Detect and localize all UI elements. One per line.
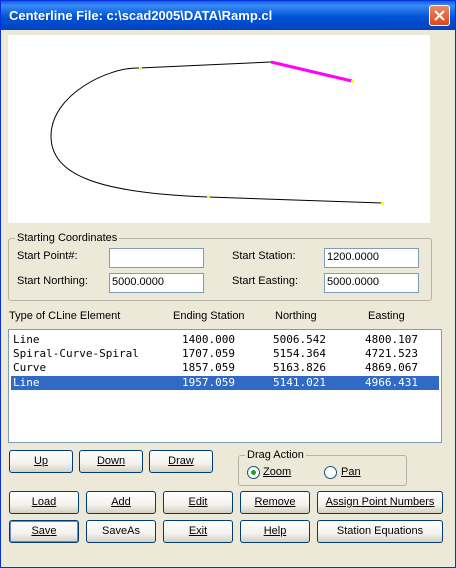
- exit-button-label: Exit: [188, 525, 208, 537]
- table-row[interactable]: Line 1400.000 5006.542 4800.107: [11, 333, 439, 347]
- down-button-label: Down: [96, 455, 126, 467]
- close-icon: [434, 10, 445, 21]
- row-ending-station: 1857.059: [182, 361, 235, 374]
- table-row[interactable]: Curve 1857.059 5163.826 4869.067: [11, 361, 439, 375]
- start-point-label: Start Point#:: [17, 250, 78, 262]
- start-point-input[interactable]: [109, 248, 204, 268]
- add-button-label: Add: [111, 496, 131, 508]
- row-easting: 4966.431: [365, 376, 418, 389]
- centerline-plot: [50, 60, 384, 205]
- up-button[interactable]: Up: [9, 450, 73, 473]
- radio-selected-dot: [251, 470, 256, 475]
- save-button[interactable]: Save: [9, 520, 79, 543]
- start-easting-label: Start Easting:: [232, 275, 299, 287]
- load-button-label: Load: [31, 496, 57, 508]
- point-marker: [207, 195, 210, 198]
- row-ending-station: 1400.000: [182, 333, 235, 346]
- start-easting-input[interactable]: 5000.0000: [324, 273, 419, 293]
- row-northing: 5141.021: [273, 376, 326, 389]
- row-type: Line: [13, 333, 40, 346]
- column-header-easting: Easting: [368, 310, 405, 322]
- start-station-label: Start Station:: [232, 250, 296, 262]
- row-easting: 4721.523: [365, 347, 418, 360]
- column-header-type: Type of CLine Element: [9, 310, 121, 322]
- save-as-button[interactable]: SaveAs: [86, 520, 156, 543]
- save-as-button-label: SaveAs: [102, 525, 140, 537]
- point-marker: [351, 80, 354, 83]
- column-header-ending-station: Ending Station: [173, 310, 245, 322]
- title-bar[interactable]: Centerline File: c:\scad2005\DATA\Ramp.c…: [1, 1, 455, 30]
- window-title: Centerline File: c:\scad2005\DATA\Ramp.c…: [9, 8, 273, 23]
- row-easting: 4869.067: [365, 361, 418, 374]
- draw-button-label: Draw: [168, 455, 194, 467]
- help-button-label: Help: [263, 525, 287, 537]
- exit-button[interactable]: Exit: [163, 520, 233, 543]
- edit-button-label: Edit: [188, 496, 208, 508]
- centerline-dialog: Centerline File: c:\scad2005\DATA\Ramp.c…: [0, 0, 456, 568]
- selected-line-segment: [270, 60, 353, 83]
- close-button[interactable]: [429, 5, 450, 26]
- row-northing: 5163.826: [273, 361, 326, 374]
- remove-button-label: Remove: [254, 496, 296, 508]
- row-northing: 5006.542: [273, 333, 326, 346]
- pan-radio-label[interactable]: Pan: [341, 466, 361, 478]
- row-ending-station: 1957.059: [182, 376, 235, 389]
- zoom-radio-label[interactable]: Zoom: [263, 466, 291, 478]
- cline-element-list[interactable]: Line 1400.000 5006.542 4800.107 Spiral-C…: [8, 329, 442, 443]
- zoom-radio[interactable]: [247, 466, 260, 479]
- point-marker: [139, 67, 142, 70]
- remove-button[interactable]: Remove: [240, 491, 310, 514]
- up-button-label: Up: [33, 455, 49, 467]
- row-type: Line: [13, 376, 40, 389]
- drag-action-legend: Drag Action: [245, 449, 306, 461]
- table-row[interactable]: Spiral-Curve-Spiral 1707.059 5154.364 47…: [11, 347, 439, 361]
- row-northing: 5154.364: [273, 347, 326, 360]
- table-row-selected[interactable]: Line 1957.059 5141.021 4966.431: [11, 376, 439, 390]
- column-header-northing: Northing: [275, 310, 317, 322]
- edit-button[interactable]: Edit: [163, 491, 233, 514]
- assign-point-numbers-label: Assign Point Numbers: [325, 496, 435, 508]
- row-type: Spiral-Curve-Spiral: [13, 347, 139, 360]
- row-type: Curve: [13, 361, 47, 374]
- start-station-input[interactable]: 1200.0000: [324, 248, 419, 268]
- station-equations-label: Station Equations: [336, 525, 424, 537]
- row-ending-station: 1707.059: [182, 347, 235, 360]
- row-easting: 4800.107: [365, 333, 418, 346]
- help-button[interactable]: Help: [240, 520, 310, 543]
- station-equations-button[interactable]: Station Equations: [317, 520, 443, 543]
- save-button-label: Save: [31, 525, 57, 537]
- point-marker: [381, 202, 384, 205]
- start-northing-label: Start Northing:: [17, 275, 88, 287]
- centerline-drawing[interactable]: [8, 35, 430, 223]
- draw-button[interactable]: Draw: [149, 450, 213, 473]
- pan-radio[interactable]: [324, 466, 337, 479]
- down-button[interactable]: Down: [79, 450, 143, 473]
- assign-point-numbers-button[interactable]: Assign Point Numbers: [317, 491, 443, 514]
- starting-coordinates-legend: Starting Coordinates: [15, 232, 120, 244]
- add-button[interactable]: Add: [86, 491, 156, 514]
- load-button[interactable]: Load: [9, 491, 79, 514]
- centerline-curve: [50, 61, 383, 204]
- start-northing-input[interactable]: 5000.0000: [109, 273, 204, 293]
